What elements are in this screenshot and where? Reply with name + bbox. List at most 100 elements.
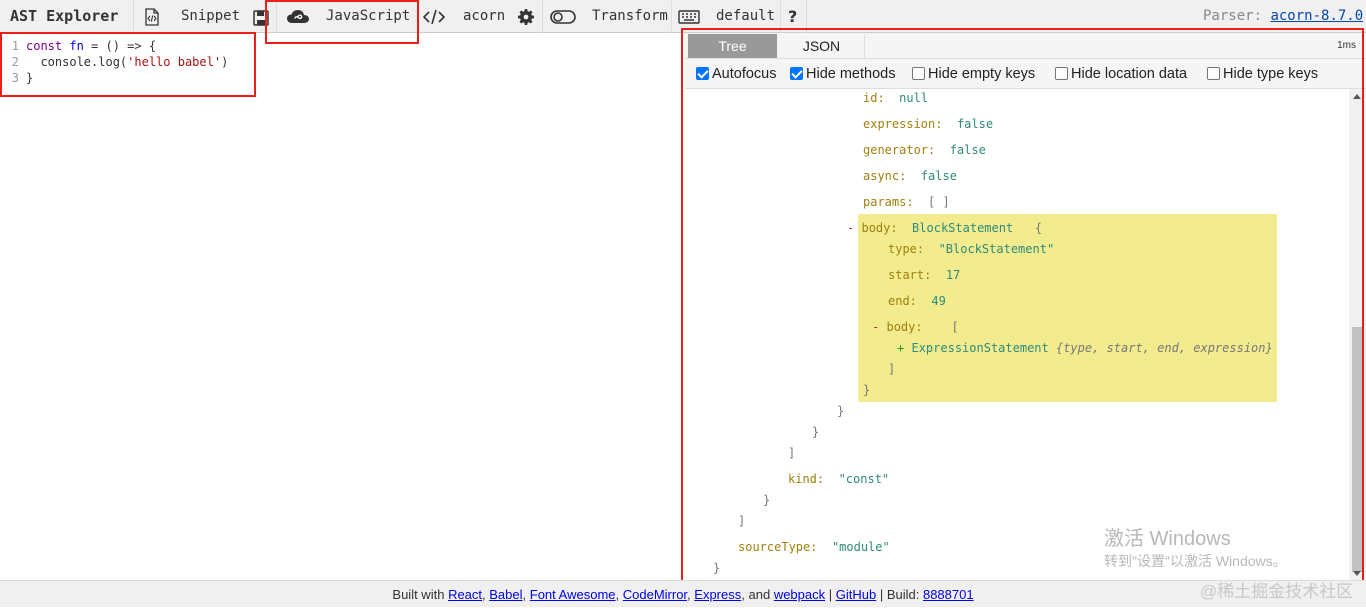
scroll-up-icon[interactable] (1353, 94, 1361, 99)
footer: Built with React, Babel, Font Awesome, C… (0, 580, 1366, 607)
file-code-icon[interactable] (143, 8, 161, 26)
collapse-toggle[interactable]: - (847, 221, 854, 235)
tree-brace: } (837, 404, 845, 418)
hide-methods-option[interactable]: Hide methods (790, 59, 895, 89)
collapse-toggle[interactable]: - (872, 320, 879, 334)
code-text: } (26, 71, 34, 85)
footer-text: Built with (392, 587, 445, 602)
toolbar-separator (276, 0, 277, 33)
line-number: 1 (11, 39, 19, 53)
hide-type-keys-checkbox[interactable] (1207, 67, 1220, 80)
tree-prop-generator: generator: false (863, 143, 986, 157)
tree-prop-params: params: [ ] (863, 195, 950, 209)
hide-location-data-option[interactable]: Hide location data (1055, 59, 1187, 89)
keyboard-icon[interactable] (678, 8, 700, 26)
tree-scrollbar[interactable] (1349, 89, 1366, 580)
keymap-menu[interactable]: default (716, 0, 775, 33)
toolbar-separator (806, 0, 807, 33)
code-text: ) (221, 55, 229, 69)
watermark-line2: 转到"设置"以激活 Windows。 (1104, 553, 1287, 569)
watermark-line1: 激活 Windows (1104, 528, 1231, 550)
parse-time: 1ms (1337, 40, 1356, 51)
hide-location-data-label: Hide location data (1071, 66, 1188, 82)
tab-json[interactable]: JSON (779, 34, 865, 58)
site-watermark: @稀土掘金技术社区 (1200, 582, 1354, 601)
tree-bracket: ] (788, 446, 796, 460)
tree-prop-source-type: sourceType: "module" (738, 540, 890, 554)
toolbar: AST Explorer Snippet JavaScript acorn Tr… (0, 0, 1366, 33)
footer-link-build[interactable]: 8888701 (923, 587, 974, 602)
line-number: 2 (11, 55, 19, 69)
footer-link-font-awesome[interactable]: Font Awesome (530, 587, 616, 602)
hide-empty-keys-option[interactable]: Hide empty keys (912, 59, 1035, 89)
language-menu[interactable]: JavaScript (326, 0, 410, 33)
code-string: 'hello babel' (127, 55, 222, 69)
tree-node-body-array[interactable]: - body: [ (872, 318, 959, 336)
toolbar-separator (542, 0, 543, 33)
code-identifier: fn (69, 39, 84, 53)
app-title: AST Explorer (10, 7, 119, 25)
gear-icon[interactable] (518, 9, 534, 25)
cloud-icon[interactable] (286, 8, 310, 26)
snippet-menu[interactable]: Snippet (181, 0, 240, 33)
code-keyword: const (26, 39, 63, 53)
toolbar-separator (133, 0, 134, 33)
code-editor[interactable]: 1 const fn = () => { 2 console.log('hello… (0, 33, 681, 580)
hide-methods-label: Hide methods (806, 66, 896, 82)
output-panel: Tree JSON 1ms Autofocus Hide methods Hid… (685, 33, 1366, 580)
tree-prop-id: id: null (863, 91, 929, 105)
transform-menu[interactable]: Transform (592, 0, 668, 33)
toolbar-separator (671, 0, 672, 33)
footer-link-express[interactable]: Express (694, 587, 741, 602)
line-number: 3 (11, 71, 19, 85)
parser-version-link[interactable]: acorn-8.7.0 (1270, 8, 1363, 24)
autofocus-checkbox[interactable] (696, 67, 709, 80)
parser-label-text: Parser: (1203, 8, 1263, 24)
expand-toggle[interactable]: + (897, 341, 904, 355)
save-icon[interactable] (252, 9, 270, 27)
autofocus-option[interactable]: Autofocus (696, 59, 777, 89)
tree-prop-end: end: 49 (888, 294, 946, 308)
tree-prop-kind: kind: "const" (788, 472, 890, 486)
toggle-icon[interactable] (550, 8, 576, 26)
footer-text: and (748, 587, 771, 602)
question-icon[interactable]: ? (788, 0, 797, 33)
tree-prop-expression: expression: false (863, 117, 994, 131)
ast-tree: id: null expression: false generator: fa… (685, 89, 1349, 580)
tree-brace: } (713, 561, 721, 575)
hide-location-data-checkbox[interactable] (1055, 67, 1068, 80)
footer-link-react[interactable]: React (448, 587, 482, 602)
tree-prop-start: start: 17 (888, 268, 961, 282)
tree-bracket: ] (888, 362, 896, 376)
hide-empty-keys-label: Hide empty keys (928, 66, 1036, 82)
code-icon[interactable] (423, 8, 445, 26)
tab-tree[interactable]: Tree (688, 34, 777, 58)
parser-menu[interactable]: acorn (463, 0, 505, 33)
tree-brace: } (812, 425, 820, 439)
footer-link-babel[interactable]: Babel (489, 587, 522, 602)
footer-link-webpack[interactable]: webpack (774, 587, 825, 602)
code-text: = () => { (83, 39, 157, 53)
tree-node-body[interactable]: - body: BlockStatement { (847, 219, 1042, 237)
pane-divider[interactable] (681, 33, 683, 580)
scrollbar-thumb[interactable] (1352, 327, 1363, 572)
tree-brace: } (763, 493, 771, 507)
footer-link-github[interactable]: GitHub (836, 587, 876, 602)
hide-methods-checkbox[interactable] (790, 67, 803, 80)
code-line: 2 console.log('hello babel') (0, 54, 229, 70)
tree-node-expression-statement[interactable]: + ExpressionStatement {type, start, end,… (897, 339, 1273, 357)
tree-bracket: ] (738, 514, 746, 528)
hide-empty-keys-checkbox[interactable] (912, 67, 925, 80)
output-tab-bar: Tree JSON 1ms (685, 33, 1366, 59)
parser-label: Parser: acorn-8.7.0 (1203, 0, 1363, 33)
footer-text: Build: (886, 587, 920, 602)
autofocus-label: Autofocus (712, 66, 777, 82)
tree-brace: } (863, 383, 871, 397)
hide-type-keys-option[interactable]: Hide type keys (1207, 59, 1318, 89)
footer-link-codemirror[interactable]: CodeMirror (623, 587, 687, 602)
tree-prop-type: type: "BlockStatement" (888, 242, 1055, 256)
scroll-down-icon[interactable] (1353, 571, 1361, 576)
tree-prop-async: async: false (863, 169, 957, 183)
code-line: 3} (0, 70, 33, 86)
code-text: console.log( (26, 55, 128, 69)
